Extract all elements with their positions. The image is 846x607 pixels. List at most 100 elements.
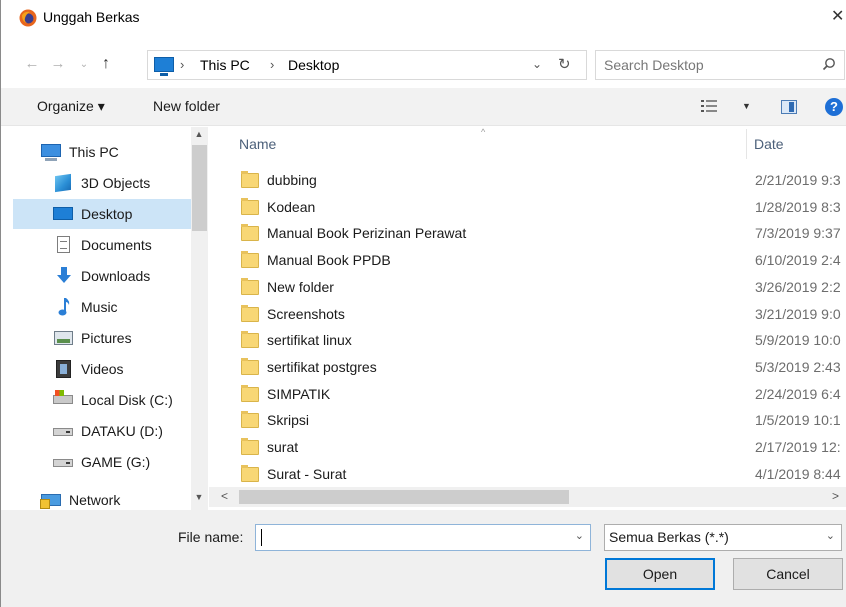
file-row[interactable]: Surat - Surat 4/1/2019 8:44 (209, 463, 846, 485)
column-header-row: ^ Name Date (209, 127, 846, 161)
title-bar: Unggah Berkas ✕ (1, 0, 846, 36)
file-name[interactable]: Manual Book Perizinan Perawat (267, 225, 466, 241)
sidebar-item-label: 3D Objects (81, 175, 151, 191)
file-date: 1/5/2019 10:1 (755, 412, 841, 429)
new-folder-button[interactable]: New folder (153, 98, 220, 114)
scrollbar-thumb[interactable] (192, 145, 207, 231)
folder-icon (241, 171, 259, 188)
sidebar-item-desktop[interactable]: Desktop (13, 199, 191, 229)
dialog-footer: File name: ⌄ Semua Berkas (*.*) ⌄ Open C… (1, 510, 846, 607)
file-name-dropdown-icon[interactable]: ⌄ (575, 529, 584, 542)
folder-icon (241, 384, 259, 402)
sidebar-item-3d-objects[interactable]: 3D Objects (27, 168, 191, 198)
column-header-name[interactable]: Name (239, 136, 276, 152)
file-list-horizontal-scrollbar[interactable]: < > (209, 487, 846, 507)
file-name[interactable]: surat (267, 439, 298, 455)
sidebar-item-label: Downloads (81, 268, 151, 284)
file-type-select[interactable]: Semua Berkas (*.*) ⌄ (604, 524, 842, 551)
sidebar-item-local-disk-c[interactable]: Local Disk (C:) (27, 385, 191, 415)
sidebar-item-documents[interactable]: Documents (27, 230, 191, 260)
sidebar-item-label: Network (69, 492, 121, 508)
download-icon (53, 267, 75, 285)
scroll-left-icon[interactable]: < (221, 489, 228, 503)
refresh-icon[interactable]: ↻ (558, 55, 571, 73)
file-list: ^ Name Date dubbing 2/21/2019 9:3 Kodean 1/… (209, 127, 846, 485)
breadcrumb-separator-icon[interactable]: › (270, 57, 274, 72)
sidebar-item-pictures[interactable]: Pictures (27, 323, 191, 353)
folder-icon (241, 331, 259, 349)
sidebar-item-game-g[interactable]: GAME (G:) (27, 447, 191, 477)
up-button[interactable]: ↑ (97, 54, 115, 74)
file-date: 2/21/2019 9:3 (755, 172, 841, 188)
cancel-button[interactable]: Cancel (733, 558, 843, 590)
file-row[interactable]: Manual Book Perizinan Perawat 7/3/2019 9:… (209, 222, 846, 248)
file-row[interactable]: Manual Book PPDB 6/10/2019 2:4 (209, 249, 846, 275)
file-name-combobox[interactable]: ⌄ (255, 524, 591, 551)
document-icon (53, 236, 75, 254)
scrollbar-thumb[interactable] (239, 490, 569, 504)
file-name[interactable]: Surat - Surat (267, 466, 346, 482)
search-input[interactable] (604, 55, 804, 75)
file-row[interactable]: sertifikat postgres 5/3/2019 2:43 (209, 356, 846, 382)
folder-icon (241, 197, 259, 215)
scroll-right-icon[interactable]: > (832, 489, 839, 503)
file-row[interactable]: sertifikat linux 5/9/2019 10:0 (209, 329, 846, 355)
video-icon (53, 360, 75, 378)
file-row[interactable]: Screenshots 3/21/2019 9:0 (209, 303, 846, 329)
sidebar-item-downloads[interactable]: Downloads (27, 261, 191, 291)
organize-button[interactable]: Organize ▾ (37, 98, 105, 115)
help-icon[interactable]: ? (825, 98, 843, 116)
file-row[interactable]: Skripsi 1/5/2019 10:1 (209, 409, 846, 435)
sidebar-item-dataku-d[interactable]: DATAKU (D:) (27, 416, 191, 446)
file-name[interactable]: sertifikat postgres (267, 359, 377, 375)
sidebar-item-this-pc[interactable]: This PC (13, 137, 191, 167)
scroll-up-icon[interactable]: ▲ (193, 129, 205, 143)
desktop-icon (53, 205, 75, 223)
file-date: 4/1/2019 8:44 (755, 465, 841, 482)
sidebar-item-music[interactable]: Music (27, 292, 191, 322)
file-name[interactable]: Manual Book PPDB (267, 252, 391, 268)
file-row[interactable]: SIMPATIK 2/24/2019 6:4 (209, 383, 846, 409)
breadcrumb-desktop[interactable]: Desktop (288, 57, 339, 73)
search-box[interactable] (595, 50, 845, 80)
scroll-down-icon[interactable]: ▼ (193, 492, 205, 506)
preview-pane-icon[interactable] (781, 100, 797, 114)
search-icon[interactable] (822, 57, 836, 71)
file-row[interactable]: Kodean 1/28/2019 8:3 (209, 196, 846, 222)
drive-icon (53, 422, 75, 440)
file-name[interactable]: sertifikat linux (267, 332, 352, 348)
forward-button[interactable]: → (49, 54, 67, 74)
file-date: 2/24/2019 6:4 (755, 385, 841, 402)
sidebar-item-label: Documents (81, 237, 152, 253)
file-row[interactable]: surat 2/17/2019 12: (209, 436, 846, 462)
file-name[interactable]: Kodean (267, 199, 315, 215)
pc-icon (41, 143, 63, 161)
back-button[interactable]: ← (23, 54, 41, 74)
breadcrumb-separator-icon[interactable]: › (180, 57, 184, 72)
sidebar-item-videos[interactable]: Videos (27, 354, 191, 384)
column-divider[interactable] (746, 129, 747, 159)
view-options-icon[interactable] (701, 100, 717, 112)
address-bar[interactable]: › This PC › Desktop ⌄ ↻ (147, 50, 587, 80)
recent-locations-button[interactable]: ⌄ (75, 55, 93, 75)
file-type-dropdown-icon[interactable]: ⌄ (826, 529, 835, 542)
close-button[interactable]: ✕ (831, 6, 846, 28)
file-name[interactable]: SIMPATIK (267, 386, 330, 402)
open-button[interactable]: Open (605, 558, 715, 590)
sidebar-item-network[interactable]: Network (13, 485, 191, 512)
text-cursor (261, 529, 262, 546)
navigation-pane-scrollbar[interactable]: ▲ ▼ (191, 127, 208, 512)
drive-icon (53, 453, 75, 471)
column-header-date[interactable]: Date (754, 136, 784, 152)
file-row[interactable]: dubbing 2/21/2019 9:3 (209, 169, 846, 195)
file-name-input[interactable] (262, 528, 552, 547)
file-name[interactable]: dubbing (267, 172, 317, 188)
breadcrumb-this-pc[interactable]: This PC (200, 57, 250, 73)
file-name[interactable]: New folder (267, 279, 334, 295)
address-dropdown-icon[interactable]: ⌄ (532, 57, 542, 71)
file-name[interactable]: Skripsi (267, 412, 309, 428)
file-row[interactable]: New folder 3/26/2019 2:2 (209, 276, 846, 302)
folder-icon (241, 464, 259, 482)
view-dropdown-icon[interactable]: ▼ (742, 101, 751, 111)
file-name[interactable]: Screenshots (267, 306, 345, 322)
